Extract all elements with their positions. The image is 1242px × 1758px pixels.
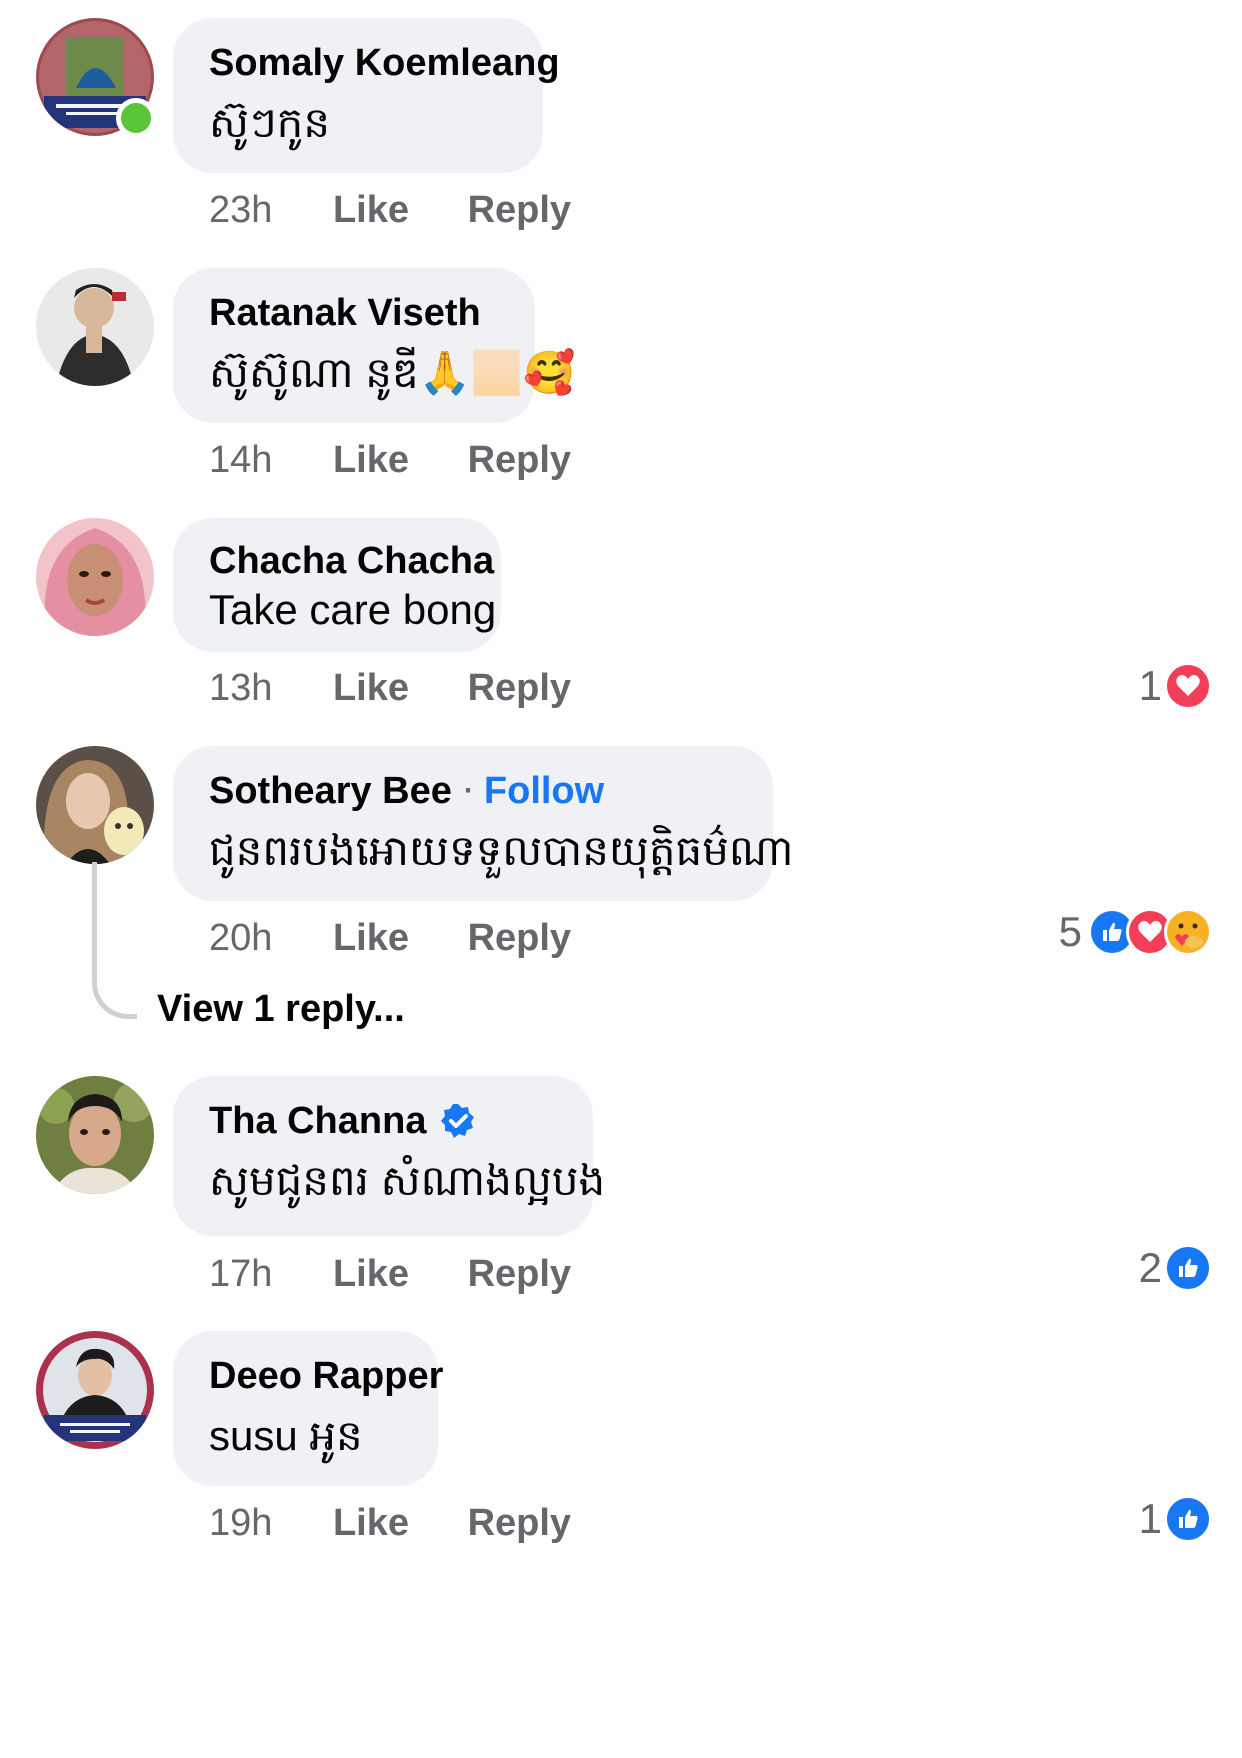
avatar-image <box>36 746 154 864</box>
comment-author[interactable]: Chacha Chacha <box>209 538 494 584</box>
comment-author[interactable]: Deeo Rapper <box>209 1353 443 1399</box>
reaction-count: 1 <box>1138 662 1162 709</box>
like-button[interactable]: Like <box>333 666 409 710</box>
comment-author[interactable]: Sotheary Bee <box>209 768 452 814</box>
comment-text: សូមជូនពរ សំណាងល្អបង <box>209 1157 606 1204</box>
avatar[interactable] <box>36 746 154 864</box>
comment-timestamp[interactable]: 23h <box>209 188 272 232</box>
comment-timestamp[interactable]: 17h <box>209 1252 272 1296</box>
comment-actions: 14h Like Reply <box>209 438 571 482</box>
avatar[interactable] <box>36 518 154 636</box>
comment-author[interactable]: Tha Channa <box>209 1098 426 1144</box>
avatar[interactable] <box>36 18 156 138</box>
follow-button[interactable]: Follow <box>484 768 604 814</box>
comment-text: ជូនពរបងអោយទទួលបានយុត្តិធម៌ណា <box>209 827 794 874</box>
like-icon <box>1164 1495 1212 1543</box>
comment-actions: 17h Like Reply <box>209 1252 571 1296</box>
comment-bubble: Somaly Koemleang ស៊ូៗកូន <box>173 18 560 173</box>
separator-dot: · <box>463 774 474 807</box>
reaction-count: 5 <box>1058 908 1082 955</box>
comment-author[interactable]: Ratanak Viseth <box>209 290 481 336</box>
comment-bubble: Sotheary Bee · Follow ជូនពរបងអោយទទួលបានយ… <box>173 746 794 901</box>
verified-badge-icon <box>440 1103 476 1139</box>
reply-button[interactable]: Reply <box>468 666 571 710</box>
avatar[interactable] <box>36 268 154 386</box>
like-button[interactable]: Like <box>333 916 409 960</box>
comment-bubble: Ratanak Viseth ស៊ូស៊ូណា នូឌី🙏🏻🥰 <box>173 268 576 423</box>
online-status-dot <box>116 98 156 138</box>
comment-author[interactable]: Somaly Koemleang <box>209 40 560 86</box>
like-button[interactable]: Like <box>333 438 409 482</box>
love-icon <box>1164 662 1212 710</box>
avatar-image <box>36 518 154 636</box>
reaction-count: 2 <box>1138 1244 1162 1291</box>
avatar[interactable] <box>36 1076 154 1194</box>
comment-text: susu អូន <box>209 1412 363 1459</box>
comment-bubble: Deeo Rapper susu អូន <box>173 1331 443 1486</box>
reply-button[interactable]: Reply <box>468 188 571 232</box>
comment-actions: 19h Like Reply <box>209 1501 571 1545</box>
comment-timestamp[interactable]: 20h <box>209 916 272 960</box>
comment-actions: 20h Like Reply <box>209 916 571 960</box>
avatar-image <box>36 1076 154 1194</box>
avatar-image <box>36 1331 154 1449</box>
view-replies-link[interactable]: View 1 reply... <box>157 988 405 1031</box>
comment-text: ស៊ូស៊ូណា នូឌី🙏🏻🥰 <box>209 349 576 396</box>
comment-bubble: Chacha Chacha Take care bong <box>173 518 501 652</box>
comment-actions: 23h Like Reply <box>209 188 571 232</box>
like-icon <box>1164 1244 1212 1292</box>
care-icon <box>1164 908 1212 956</box>
reaction-count: 1 <box>1138 1495 1162 1542</box>
like-button[interactable]: Like <box>333 1501 409 1545</box>
reply-button[interactable]: Reply <box>468 1501 571 1545</box>
avatar-image <box>36 268 154 386</box>
reply-button[interactable]: Reply <box>468 438 571 482</box>
comment-text: ស៊ូៗកូន <box>209 99 330 146</box>
like-button[interactable]: Like <box>333 188 409 232</box>
comment-text: Take care bong <box>209 586 497 633</box>
comment-actions: 13h Like Reply <box>209 666 571 710</box>
like-button[interactable]: Like <box>333 1252 409 1296</box>
reaction-summary[interactable]: 1 <box>1139 1495 1212 1543</box>
comment-timestamp[interactable]: 19h <box>209 1501 272 1545</box>
comment-timestamp[interactable]: 13h <box>209 666 272 710</box>
reply-button[interactable]: Reply <box>468 916 571 960</box>
avatar[interactable] <box>36 1331 154 1449</box>
comment-bubble: Tha Channa សូមជូនពរ សំណាងល្អបង <box>173 1076 606 1236</box>
comment-timestamp[interactable]: 14h <box>209 438 272 482</box>
reaction-summary[interactable]: 2 <box>1139 1244 1212 1292</box>
reply-button[interactable]: Reply <box>468 1252 571 1296</box>
reaction-summary[interactable]: 1 <box>1139 662 1212 710</box>
reply-thread-line <box>92 862 137 1019</box>
reaction-summary[interactable]: 5 <box>1059 908 1212 956</box>
